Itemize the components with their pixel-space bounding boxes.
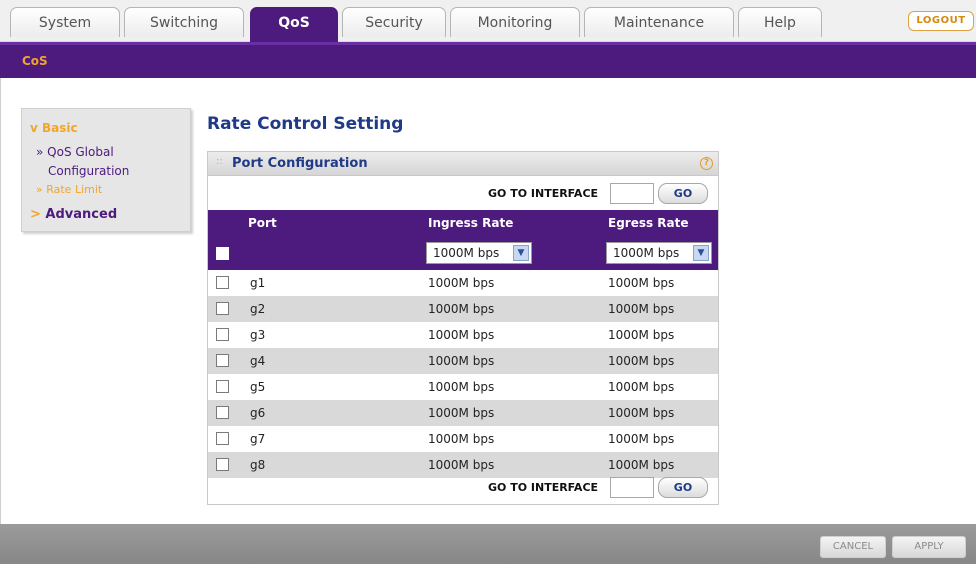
bottom-action-bar: CANCEL APPLY <box>0 524 976 564</box>
apply-button[interactable]: APPLY <box>892 536 966 558</box>
select-all-checkbox[interactable] <box>216 247 229 260</box>
goto-interface-label: GO TO INTERFACE <box>488 481 599 494</box>
go-button[interactable]: GO <box>658 477 708 498</box>
port-cell: g4 <box>250 354 266 368</box>
chevron-down-icon: ▼ <box>693 245 709 261</box>
app-window: System Switching QoS Security Monitoring… <box>0 0 976 564</box>
row-checkbox[interactable] <box>216 354 229 367</box>
sub-navigation-bar: CoS <box>0 42 976 78</box>
row-checkbox[interactable] <box>216 276 229 289</box>
port-cell: g7 <box>250 432 266 446</box>
panel-title: Port Configuration <box>232 156 368 171</box>
tab-maintenance[interactable]: Maintenance <box>584 7 734 37</box>
row-checkbox[interactable] <box>216 432 229 445</box>
port-cell: g3 <box>250 328 266 342</box>
column-header-ingress: Ingress Rate <box>428 216 514 230</box>
ingress-cell: 1000M bps <box>428 276 495 290</box>
chevron-down-icon: ▼ <box>513 245 529 261</box>
goto-interface-input[interactable] <box>610 183 654 204</box>
sidebar-item-rate-limit[interactable]: » Rate Limit <box>36 183 102 196</box>
egress-cell: 1000M bps <box>608 432 675 446</box>
egress-cell: 1000M bps <box>608 354 675 368</box>
goto-interface-label: GO TO INTERFACE <box>488 187 599 200</box>
egress-cell: 1000M bps <box>608 380 675 394</box>
table-row: g2 1000M bps 1000M bps <box>208 296 718 322</box>
ingress-cell: 1000M bps <box>428 328 495 342</box>
row-checkbox[interactable] <box>216 328 229 341</box>
tab-switching[interactable]: Switching <box>124 7 244 37</box>
chevron-right-icon: > <box>30 207 46 222</box>
egress-cell: 1000M bps <box>608 458 675 472</box>
tab-system[interactable]: System <box>10 7 120 37</box>
port-cell: g5 <box>250 380 266 394</box>
panel-header: :: Port Configuration ? <box>208 152 718 176</box>
row-checkbox[interactable] <box>216 302 229 315</box>
sidebar-item-qos-global[interactable]: » QoS Global <box>36 143 114 162</box>
egress-cell: 1000M bps <box>608 328 675 342</box>
egress-rate-select[interactable]: 1000M bps ▼ <box>606 242 712 264</box>
ingress-cell: 1000M bps <box>428 406 495 420</box>
top-tab-bar: System Switching QoS Security Monitoring… <box>0 0 976 43</box>
column-header-egress: Egress Rate <box>608 216 689 230</box>
goto-interface-input[interactable] <box>610 477 654 498</box>
table-header: Port Ingress Rate Egress Rate <box>208 210 718 236</box>
port-configuration-panel: :: Port Configuration ? GO TO INTERFACE … <box>207 151 719 505</box>
subnav-cos[interactable]: CoS <box>22 54 48 68</box>
ingress-rate-select[interactable]: 1000M bps ▼ <box>426 242 532 264</box>
content-area: v Basic » QoS Global Configuration » Rat… <box>0 78 976 524</box>
ingress-cell: 1000M bps <box>428 302 495 316</box>
column-header-port: Port <box>248 216 277 230</box>
tab-help[interactable]: Help <box>738 7 822 37</box>
row-checkbox[interactable] <box>216 380 229 393</box>
grip-icon: :: <box>216 156 223 167</box>
logout-button[interactable]: LOGOUT <box>908 11 974 31</box>
sidebar: v Basic » QoS Global Configuration » Rat… <box>21 108 191 232</box>
ingress-cell: 1000M bps <box>428 380 495 394</box>
sidebar-label-basic: Basic <box>42 121 78 135</box>
table-row: g5 1000M bps 1000M bps <box>208 374 718 400</box>
tab-monitoring[interactable]: Monitoring <box>450 7 580 37</box>
go-button[interactable]: GO <box>658 183 708 204</box>
tab-security[interactable]: Security <box>342 7 446 37</box>
port-cell: g2 <box>250 302 266 316</box>
table-row: g3 1000M bps 1000M bps <box>208 322 718 348</box>
help-icon[interactable]: ? <box>700 157 713 170</box>
port-cell: g6 <box>250 406 266 420</box>
table-row: g1 1000M bps 1000M bps <box>208 270 718 296</box>
sidebar-item-configuration[interactable]: Configuration <box>48 162 129 181</box>
ingress-rate-value: 1000M bps <box>433 246 500 260</box>
egress-rate-value: 1000M bps <box>613 246 680 260</box>
ingress-cell: 1000M bps <box>428 458 495 472</box>
sidebar-label-advanced: Advanced <box>45 207 118 222</box>
page-title: Rate Control Setting <box>207 114 404 134</box>
row-checkbox[interactable] <box>216 458 229 471</box>
goto-interface-top: GO TO INTERFACE GO <box>208 178 718 208</box>
tab-qos[interactable]: QoS <box>250 7 338 43</box>
cancel-button[interactable]: CANCEL <box>820 536 886 558</box>
table-row: g4 1000M bps 1000M bps <box>208 348 718 374</box>
table-row: g6 1000M bps 1000M bps <box>208 400 718 426</box>
sidebar-item-advanced[interactable]: > Advanced <box>30 207 117 222</box>
row-checkbox[interactable] <box>216 406 229 419</box>
egress-cell: 1000M bps <box>608 302 675 316</box>
sidebar-item-basic[interactable]: v Basic <box>30 121 78 135</box>
port-cell: g8 <box>250 458 266 472</box>
port-cell: g1 <box>250 276 266 290</box>
ingress-cell: 1000M bps <box>428 354 495 368</box>
expand-arrow-icon: v <box>30 121 42 135</box>
ingress-cell: 1000M bps <box>428 432 495 446</box>
table-row: g7 1000M bps 1000M bps <box>208 426 718 452</box>
select-all-row: 1000M bps ▼ 1000M bps ▼ <box>208 236 718 270</box>
egress-cell: 1000M bps <box>608 276 675 290</box>
egress-cell: 1000M bps <box>608 406 675 420</box>
goto-interface-bottom: GO TO INTERFACE GO <box>208 472 718 502</box>
